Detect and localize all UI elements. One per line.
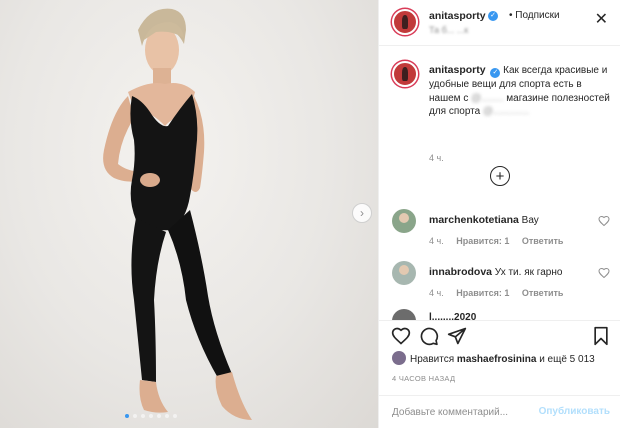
caption-text: anitasporty ✓ Как всегда красивые и удоб… [429, 64, 612, 119]
likes-prefix: Нравится [410, 354, 455, 365]
verified-badge-icon: ✓ [488, 11, 498, 21]
comment-body: innabrodova Ух ти. як гарно [429, 266, 562, 278]
publish-button[interactable]: Опубликовать [539, 406, 610, 417]
comment-time: 4 ч. [429, 288, 444, 298]
commenter-avatar[interactable] [392, 261, 416, 285]
commenter-username[interactable]: l........2020 [429, 312, 476, 320]
comment-icon[interactable] [419, 326, 439, 346]
carousel-dot [165, 414, 169, 418]
load-more-comments-icon[interactable]: + [490, 166, 510, 186]
comment-text: Ух ти. як гарно [494, 267, 563, 278]
commenter-avatar[interactable] [392, 309, 416, 320]
carousel-dot [173, 414, 177, 418]
carousel-dot [157, 414, 161, 418]
heart-icon[interactable] [598, 267, 610, 279]
reply-button[interactable]: Ответить [522, 236, 564, 246]
verified-badge-icon: ✓ [490, 68, 501, 78]
caption-username[interactable]: anitasporty [429, 64, 486, 76]
post-photo[interactable]: › [0, 0, 378, 428]
following-button[interactable]: • Подписки [509, 10, 560, 21]
carousel-dot [133, 414, 137, 418]
carousel-dots [125, 414, 177, 418]
comment-input[interactable] [392, 404, 532, 420]
likes-summary[interactable]: Нравится mashaefrosinina и ещё 5 013 [392, 351, 617, 365]
comment-item: marchenkotetiana Вау 4 ч. Нравится: 1 От… [392, 209, 612, 255]
comment-meta: 4 ч. Нравится: 1 Ответить [429, 236, 573, 246]
comment-time: 4 ч. [429, 236, 444, 246]
post-side-panel: anitasporty ✓ • Подписки Та б... ...к ✕ … [378, 0, 620, 428]
liker-avatar [392, 351, 406, 365]
commenter-avatar[interactable] [392, 209, 416, 233]
instagram-post-modal: › anitasporty ✓ • Подписки Та б... ...к … [0, 0, 620, 428]
likes-suffix[interactable]: и ещё 5 013 [539, 354, 595, 365]
author-username[interactable]: anitasporty [429, 10, 486, 22]
comment-text: Вау [521, 215, 539, 226]
author-avatar[interactable] [392, 9, 418, 35]
caption-avatar[interactable] [392, 61, 418, 87]
post-location[interactable]: Та б... ...к [429, 25, 468, 35]
carousel-dot [141, 414, 145, 418]
post-timestamp[interactable]: 4 ЧАСОВ НАЗАД [392, 374, 455, 383]
comment-likes-count[interactable]: Нравится: 1 [456, 288, 509, 298]
close-icon[interactable]: ✕ [595, 12, 608, 28]
comment-likes-count[interactable]: Нравится: 1 [456, 236, 509, 246]
post-header: anitasporty ✓ • Подписки Та б... ...к ✕ [379, 0, 620, 46]
commenter-username[interactable]: innabrodova [429, 266, 492, 278]
post-actions-bar [379, 320, 620, 350]
carousel-dot [149, 414, 153, 418]
caption-time: 4 ч. [429, 153, 444, 163]
caption-mention-blurred[interactable]: @........ [471, 93, 503, 104]
comment-item: innabrodova Ух ти. як гарно 4 ч. Нравитс… [392, 261, 612, 307]
heart-icon[interactable] [391, 326, 411, 346]
reply-button[interactable]: Ответить [522, 288, 564, 298]
chevron-right-icon[interactable]: › [352, 203, 372, 223]
add-comment-bar: Опубликовать [379, 395, 620, 428]
liker-username[interactable]: mashaefrosinina [457, 354, 536, 365]
comment-body: marchenkotetiana Вау [429, 214, 539, 226]
bookmark-icon[interactable] [591, 326, 611, 346]
commenter-username[interactable]: marchenkotetiana [429, 214, 519, 226]
share-icon[interactable] [447, 326, 467, 346]
partially-visible-comment: l........2020 [392, 309, 612, 320]
comments-scroll-area[interactable]: anitasporty ✓ Как всегда красивые и удоб… [379, 47, 620, 320]
carousel-dot [125, 414, 129, 418]
caption-mention-blurred-2[interactable]: @............. [483, 106, 529, 117]
comment-meta: 4 ч. Нравится: 1 Ответить [429, 288, 573, 298]
woman-in-black-jumpsuit [103, 8, 252, 420]
heart-icon[interactable] [598, 215, 610, 227]
